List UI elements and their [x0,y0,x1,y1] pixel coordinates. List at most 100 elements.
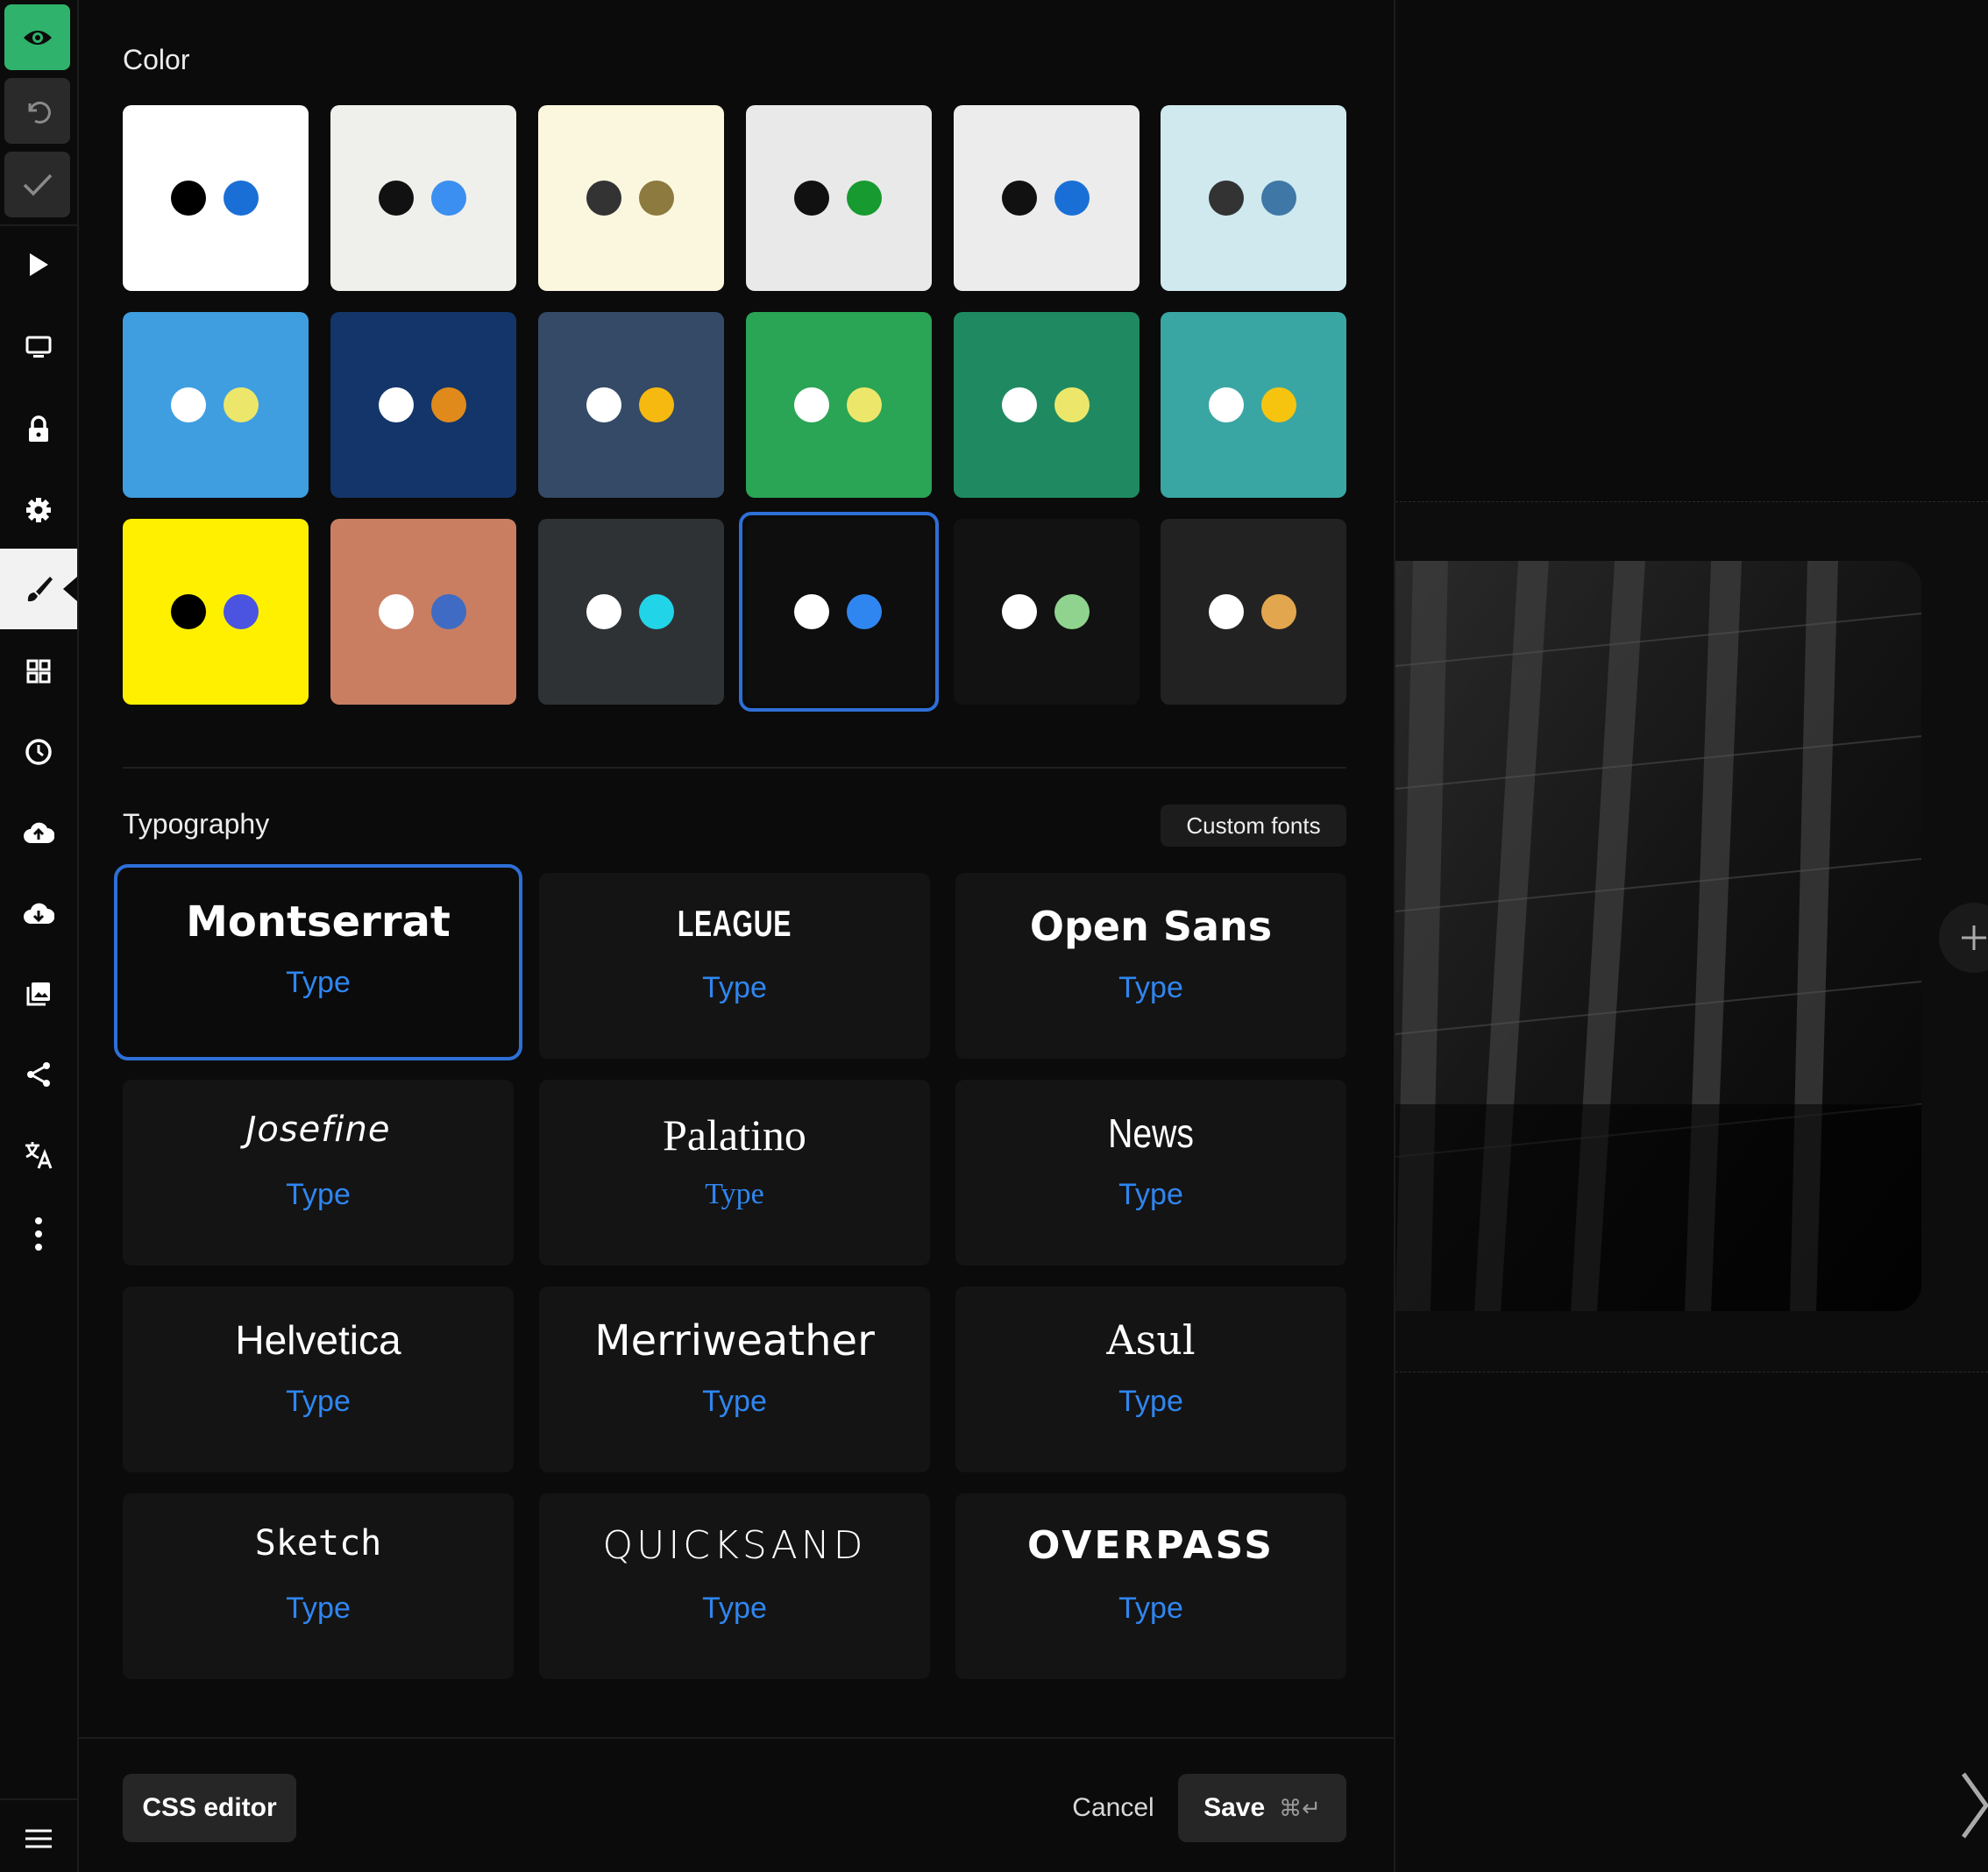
font-option-card[interactable]: News Type [955,1080,1346,1266]
color-theme-swatch[interactable] [330,519,516,705]
swatch-dots [1209,387,1296,422]
font-sample-type: Type [286,1592,351,1625]
color-theme-swatch[interactable] [538,105,724,291]
images-icon [26,982,50,1006]
font-sample-type: Type [702,1385,767,1418]
custom-fonts-button[interactable]: Custom fonts [1161,805,1346,847]
color-theme-swatch[interactable] [123,105,309,291]
font-option-card[interactable]: Open Sans Type [955,873,1346,1059]
color-theme-swatch[interactable] [330,105,516,291]
font-name: OVERPASS [1027,1523,1274,1568]
layout-button[interactable] [0,645,77,698]
next-arrow-button[interactable] [1960,1770,1988,1840]
swatch-dots [171,387,259,422]
swatch-dots [379,387,466,422]
color-theme-swatch[interactable] [746,312,932,498]
translate-icon [25,1142,53,1169]
selected-swatch-outline [739,512,939,712]
swatch-accent-dot [431,594,466,629]
eye-icon [23,30,52,45]
lock-icon [29,415,48,442]
play-icon [30,253,48,276]
color-theme-swatch[interactable] [330,312,516,498]
font-name: Helvetica [235,1317,401,1363]
display-button[interactable] [0,321,77,373]
color-theme-swatch[interactable] [746,105,932,291]
history-button[interactable] [0,726,77,778]
save-button[interactable]: Save ⌘↵ [1178,1774,1346,1842]
swatch-text-dot [171,181,206,216]
font-option-card[interactable]: OVERPASS Type [955,1493,1346,1679]
swatch-accent-dot [224,387,259,422]
font-name: Sketch [254,1523,382,1564]
swatch-accent-dot [1261,387,1296,422]
undo-button[interactable] [4,78,70,144]
swatch-dots [586,387,674,422]
font-option-card[interactable]: Josefine Type [123,1080,514,1266]
color-theme-swatch[interactable] [538,519,724,705]
color-theme-swatch[interactable] [954,105,1140,291]
brush-icon [27,577,53,602]
typography-section-title: Typography [123,808,270,840]
font-option-card[interactable]: Palatino Type [539,1080,930,1266]
color-theme-swatch[interactable] [123,519,309,705]
font-name: Montserrat [186,897,451,947]
font-sample-type: Type [705,1178,764,1210]
swatch-dots [379,594,466,629]
swatch-text-dot [379,181,414,216]
media-button[interactable] [0,968,77,1020]
translate-button[interactable] [0,1129,77,1181]
color-theme-swatch[interactable] [954,519,1140,705]
font-option-card[interactable]: Asul Type [955,1287,1346,1472]
font-name: Asul [1106,1316,1196,1364]
font-option-card-selected[interactable]: Montserrat Type [114,864,522,1060]
cancel-label: Cancel [1072,1793,1154,1822]
font-name: LEAGUE [677,903,792,944]
color-theme-swatch[interactable] [1161,105,1346,291]
color-theme-swatch[interactable] [538,312,724,498]
swatch-text-dot [171,594,206,629]
play-button[interactable] [0,238,77,291]
swatch-dots [171,594,259,629]
font-option-card[interactable]: Helvetica Type [123,1287,514,1472]
font-name: Palatino [663,1110,806,1159]
more-vertical-icon [35,1217,42,1251]
color-theme-swatch[interactable] [1161,312,1346,498]
page-preview [1395,0,1988,1872]
rail-bottom-divider [0,1798,77,1800]
css-editor-button[interactable]: CSS editor [123,1774,296,1842]
swatch-dots [586,181,674,216]
swatch-text-dot [794,387,829,422]
swatch-text-dot [1209,181,1244,216]
menu-button[interactable] [0,1812,77,1865]
swatch-dots [586,594,674,629]
font-sample-type: Type [286,966,351,999]
color-theme-swatch[interactable] [1161,519,1346,705]
swatch-accent-dot [224,594,259,629]
privacy-button[interactable] [0,403,77,456]
font-option-card[interactable]: Sketch Type [123,1493,514,1679]
upload-button[interactable] [0,806,77,859]
design-button[interactable] [0,549,77,629]
apply-check-button[interactable] [4,152,70,217]
color-theme-swatch[interactable] [123,312,309,498]
swatch-text-dot [794,181,829,216]
font-sample-type: Type [1118,1178,1183,1211]
clock-icon [25,739,52,765]
more-button[interactable] [0,1208,77,1260]
footer-divider [79,1737,1394,1739]
cancel-button[interactable]: Cancel [1043,1774,1183,1842]
swatch-text-dot [586,594,621,629]
font-option-card[interactable]: LEAGUE Type [539,873,930,1059]
color-theme-swatch[interactable] [954,312,1140,498]
settings-button[interactable] [0,484,77,536]
font-option-card[interactable]: Merriweather Type [539,1287,930,1472]
preview-eye-button[interactable] [4,4,70,70]
font-sample-type: Type [1118,1592,1183,1625]
swatch-text-dot [379,594,414,629]
download-button[interactable] [0,887,77,940]
font-option-card[interactable]: QUICKSAND Type [539,1493,930,1679]
section-divider [123,767,1346,769]
share-button[interactable] [0,1048,77,1101]
left-toolbar [0,0,79,1872]
